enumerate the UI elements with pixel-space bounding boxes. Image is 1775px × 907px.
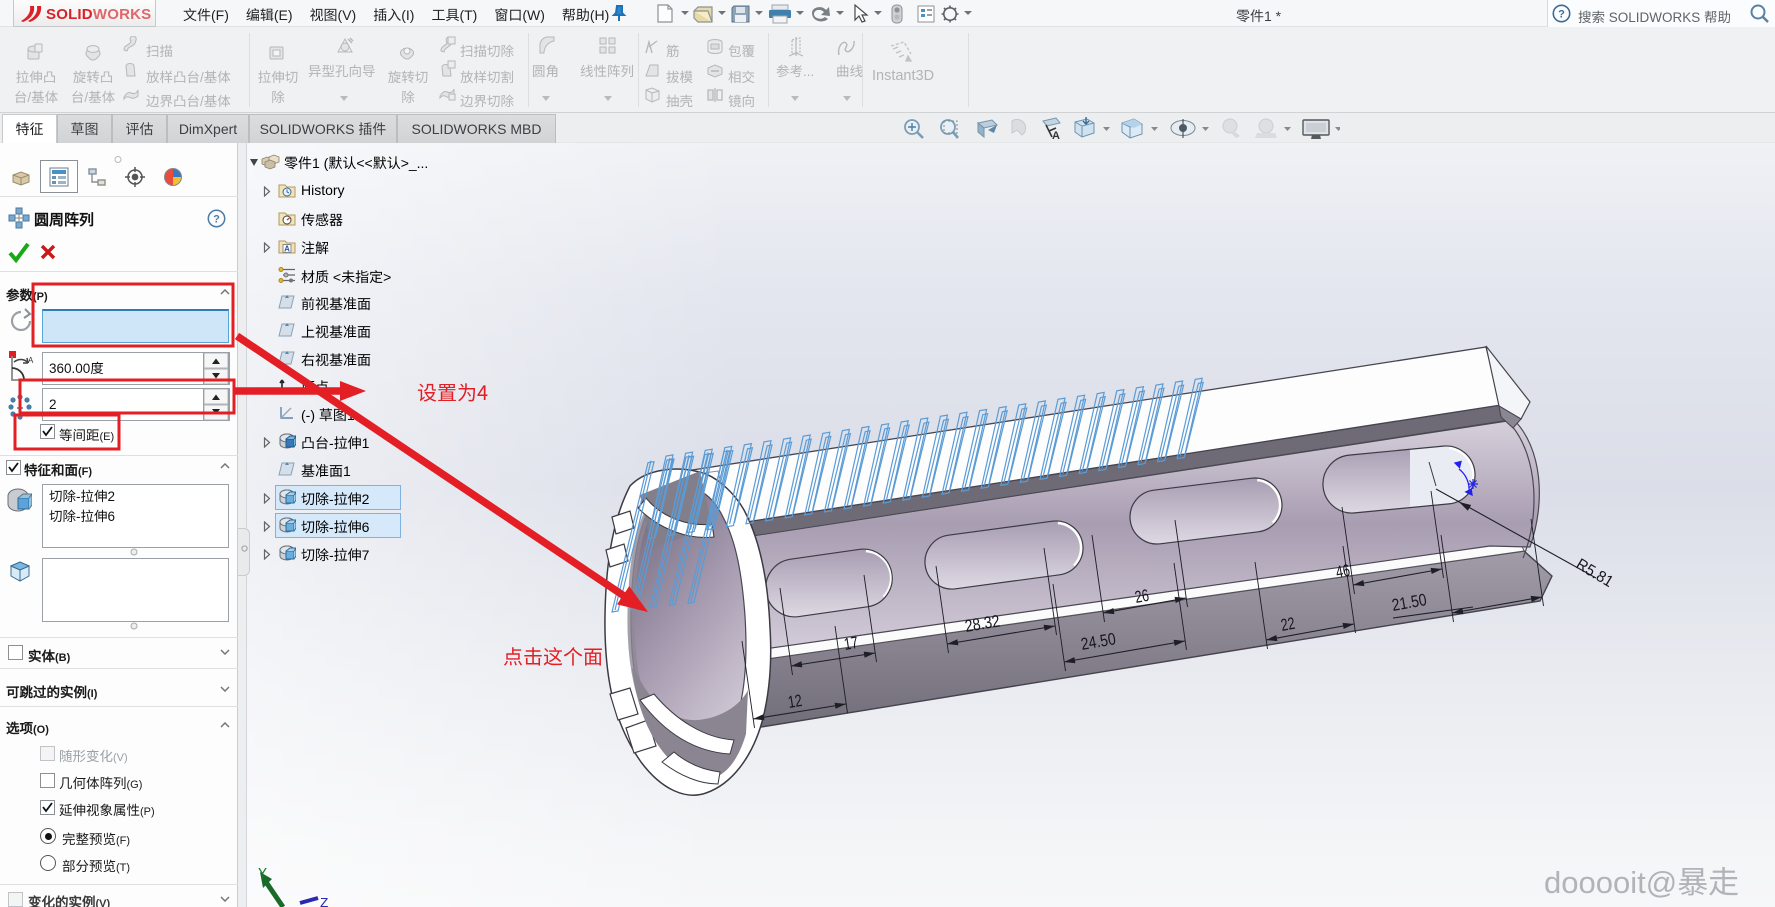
svg-text:点击这个面: 点击这个面 [503,641,603,670]
svg-text:设置为4: 设置为4 [417,377,488,406]
